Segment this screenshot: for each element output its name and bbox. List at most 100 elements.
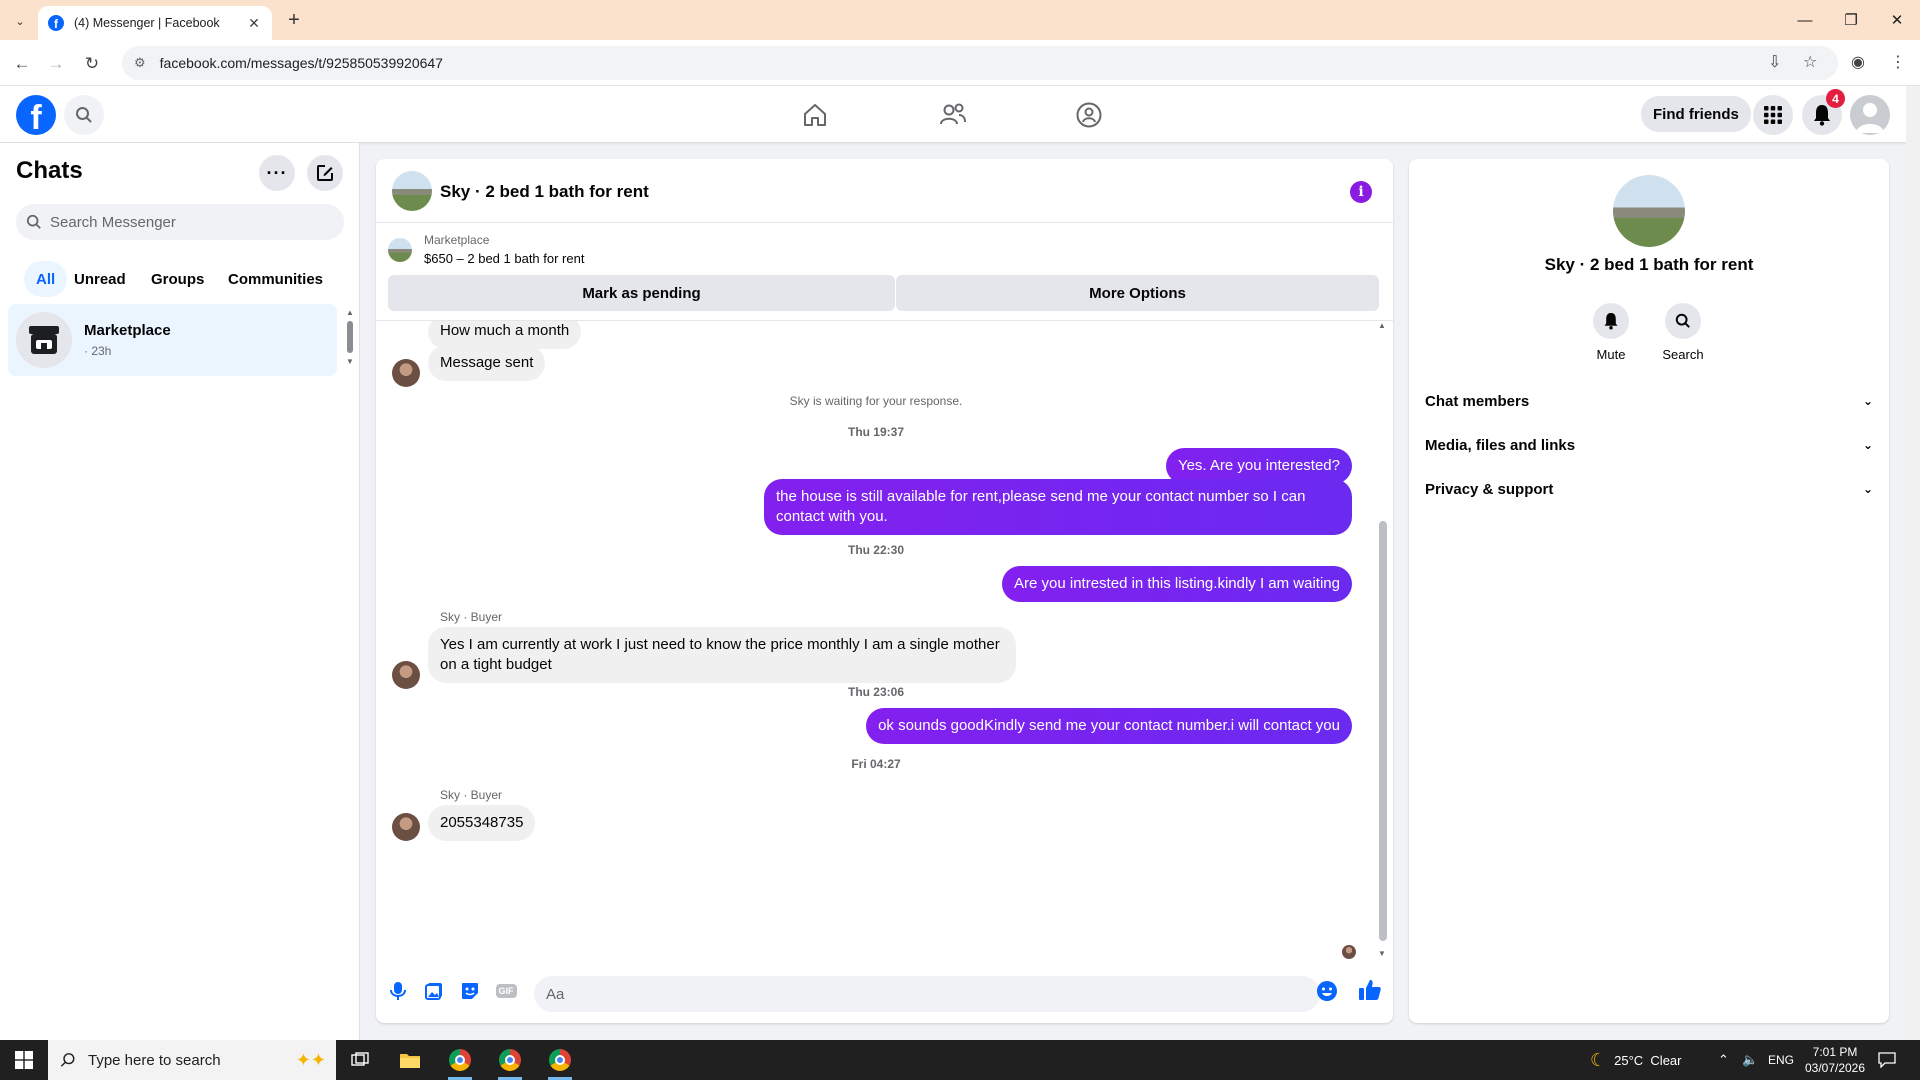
sender-avatar[interactable]: [392, 359, 420, 387]
chat-item-marketplace[interactable]: Marketplace · 23h: [8, 304, 337, 376]
file-explorer-button[interactable]: [390, 1044, 430, 1076]
conversation-panel: Sky · 2 bed 1 bath for rent i Marketplac…: [376, 159, 1393, 1023]
chrome-taskbar-button[interactable]: [540, 1044, 580, 1080]
chat-name: Marketplace: [84, 322, 171, 339]
sidebar-scrollbar[interactable]: ▲ ▼: [345, 308, 355, 368]
messenger-search-input[interactable]: Search Messenger: [16, 204, 344, 240]
chat-bubble-icon: [1878, 1052, 1896, 1068]
tab-close-icon[interactable]: ✕: [246, 15, 262, 32]
scrollbar-thumb[interactable]: [1379, 521, 1387, 941]
friends-nav-button[interactable]: [937, 100, 969, 130]
conversation-header: Sky · 2 bed 1 bath for rent i: [376, 159, 1393, 223]
attach-photo-button[interactable]: [422, 979, 446, 1003]
chrome-icon: [499, 1049, 521, 1071]
listing-banner: Marketplace $650 – 2 bed 1 bath for rent…: [376, 223, 1393, 321]
scroll-up-arrow-icon[interactable]: ▲: [345, 308, 355, 317]
listing-price-title[interactable]: $650 – 2 bed 1 bath for rent: [424, 251, 584, 266]
back-icon[interactable]: ←: [10, 52, 34, 76]
timestamp: Thu 19:37: [847, 425, 904, 439]
show-hidden-icons-chevron-icon[interactable]: ⌃: [1718, 1040, 1729, 1080]
scroll-down-arrow-icon[interactable]: ▼: [345, 357, 355, 366]
scroll-down-arrow-icon[interactable]: ▼: [1378, 949, 1386, 958]
waiting-notice: Sky is waiting for your response.: [789, 394, 963, 408]
clock-time: 7:01 PM: [1812, 1045, 1858, 1059]
browser-tab-messenger[interactable]: f (4) Messenger | Facebook ✕: [38, 6, 272, 40]
search-in-conversation-button[interactable]: Search: [1647, 303, 1719, 362]
groups-nav-button[interactable]: [1073, 100, 1105, 130]
browser-menu-icon[interactable]: ⋮: [1890, 52, 1906, 72]
restore-icon[interactable]: ❐: [1828, 0, 1874, 40]
clock[interactable]: 7:01 PM 03/07/2026: [1800, 1040, 1870, 1080]
facebook-search-button[interactable]: [64, 95, 104, 135]
scroll-up-arrow-icon[interactable]: ▲: [1378, 321, 1386, 330]
more-options-icon: ···: [266, 162, 288, 183]
send-like-button[interactable]: [1358, 978, 1382, 1005]
site-info-icon[interactable]: ⚙: [134, 55, 146, 71]
weather-widget[interactable]: ☾ 25°C Clear: [1590, 1040, 1681, 1080]
mark-as-pending-button[interactable]: Mark as pending: [388, 275, 895, 311]
sticker-icon: [462, 983, 478, 999]
page-scrollbar[interactable]: [1906, 86, 1920, 1040]
section-privacy-support[interactable]: Privacy & support ⌄: [1425, 467, 1873, 511]
install-app-icon[interactable]: ⇩: [1768, 52, 1781, 72]
menu-grid-button[interactable]: [1753, 95, 1793, 135]
find-friends-button[interactable]: Find friends: [1641, 96, 1751, 132]
start-button[interactable]: [0, 1040, 48, 1080]
conversation-title[interactable]: Sky · 2 bed 1 bath for rent: [440, 182, 649, 202]
scrollbar-thumb[interactable]: [347, 321, 353, 353]
message-input[interactable]: Aa: [534, 976, 1320, 1012]
new-message-button[interactable]: [307, 155, 343, 191]
filter-groups[interactable]: Groups: [139, 261, 216, 297]
bookmark-star-icon[interactable]: ☆: [1803, 52, 1817, 72]
address-bar[interactable]: ⚙ facebook.com/messages/t/92585053992064…: [122, 46, 1838, 80]
more-options-button[interactable]: More Options: [896, 275, 1379, 311]
home-icon: [804, 104, 826, 126]
emoji-button[interactable]: [1316, 980, 1338, 1005]
mute-button[interactable]: Mute: [1575, 303, 1647, 362]
account-avatar[interactable]: [1850, 95, 1890, 135]
reload-icon[interactable]: ↻: [80, 52, 104, 76]
chrome-taskbar-button[interactable]: [440, 1044, 480, 1080]
volume-icon[interactable]: 🔈: [1742, 1040, 1758, 1080]
friends-icon: [940, 103, 966, 125]
notification-center-icon[interactable]: [1878, 1040, 1896, 1080]
thread-scrollbar[interactable]: ▲ ▼: [1376, 321, 1390, 961]
search-icon: [76, 107, 92, 123]
new-tab-icon[interactable]: +: [282, 8, 306, 32]
taskbar-search-input[interactable]: Type here to search ✦✦: [48, 1040, 336, 1080]
listing-photo[interactable]: [392, 171, 432, 211]
sticker-button[interactable]: [458, 979, 482, 1003]
gif-button[interactable]: GIF: [494, 979, 518, 1003]
chats-options-button[interactable]: ···: [259, 155, 295, 191]
chrome-taskbar-button[interactable]: [490, 1044, 530, 1080]
sender-avatar[interactable]: [392, 813, 420, 841]
task-view-button[interactable]: [340, 1044, 380, 1076]
emoji-icon: [1317, 981, 1337, 1001]
listing-thumbnail[interactable]: [388, 238, 412, 262]
chats-title: Chats: [16, 157, 83, 184]
search-icon: [60, 1053, 75, 1067]
marketplace-store-icon: [29, 326, 59, 354]
language-indicator[interactable]: ENG: [1768, 1040, 1794, 1080]
facebook-logo-icon[interactable]: f: [16, 95, 56, 135]
filter-communities[interactable]: Communities: [216, 261, 335, 297]
windows-logo-icon: [15, 1051, 33, 1069]
section-chat-members[interactable]: Chat members ⌄: [1425, 379, 1873, 423]
search-icon: [1675, 313, 1690, 328]
voice-clip-button[interactable]: [386, 979, 410, 1003]
bell-icon: [1814, 105, 1830, 126]
section-media-files-links[interactable]: Media, files and links ⌄: [1425, 423, 1873, 467]
window-close-icon[interactable]: ✕: [1874, 0, 1920, 40]
forward-icon[interactable]: →: [44, 52, 68, 76]
listing-profile-photo[interactable]: [1613, 175, 1685, 247]
profile-icon[interactable]: ◉: [1851, 52, 1865, 72]
grid-menu-icon: [1764, 106, 1782, 124]
timestamp: Thu 23:06: [847, 685, 904, 699]
home-nav-button[interactable]: [799, 100, 831, 130]
conversation-info-icon[interactable]: i: [1350, 181, 1372, 203]
filter-unread[interactable]: Unread: [62, 261, 138, 297]
filter-all[interactable]: All: [24, 261, 68, 297]
minimize-icon[interactable]: —: [1782, 0, 1828, 40]
tab-search-chevron-icon[interactable]: ⌄: [8, 10, 32, 32]
url-text: facebook.com/messages/t/925850539920647: [159, 55, 443, 71]
